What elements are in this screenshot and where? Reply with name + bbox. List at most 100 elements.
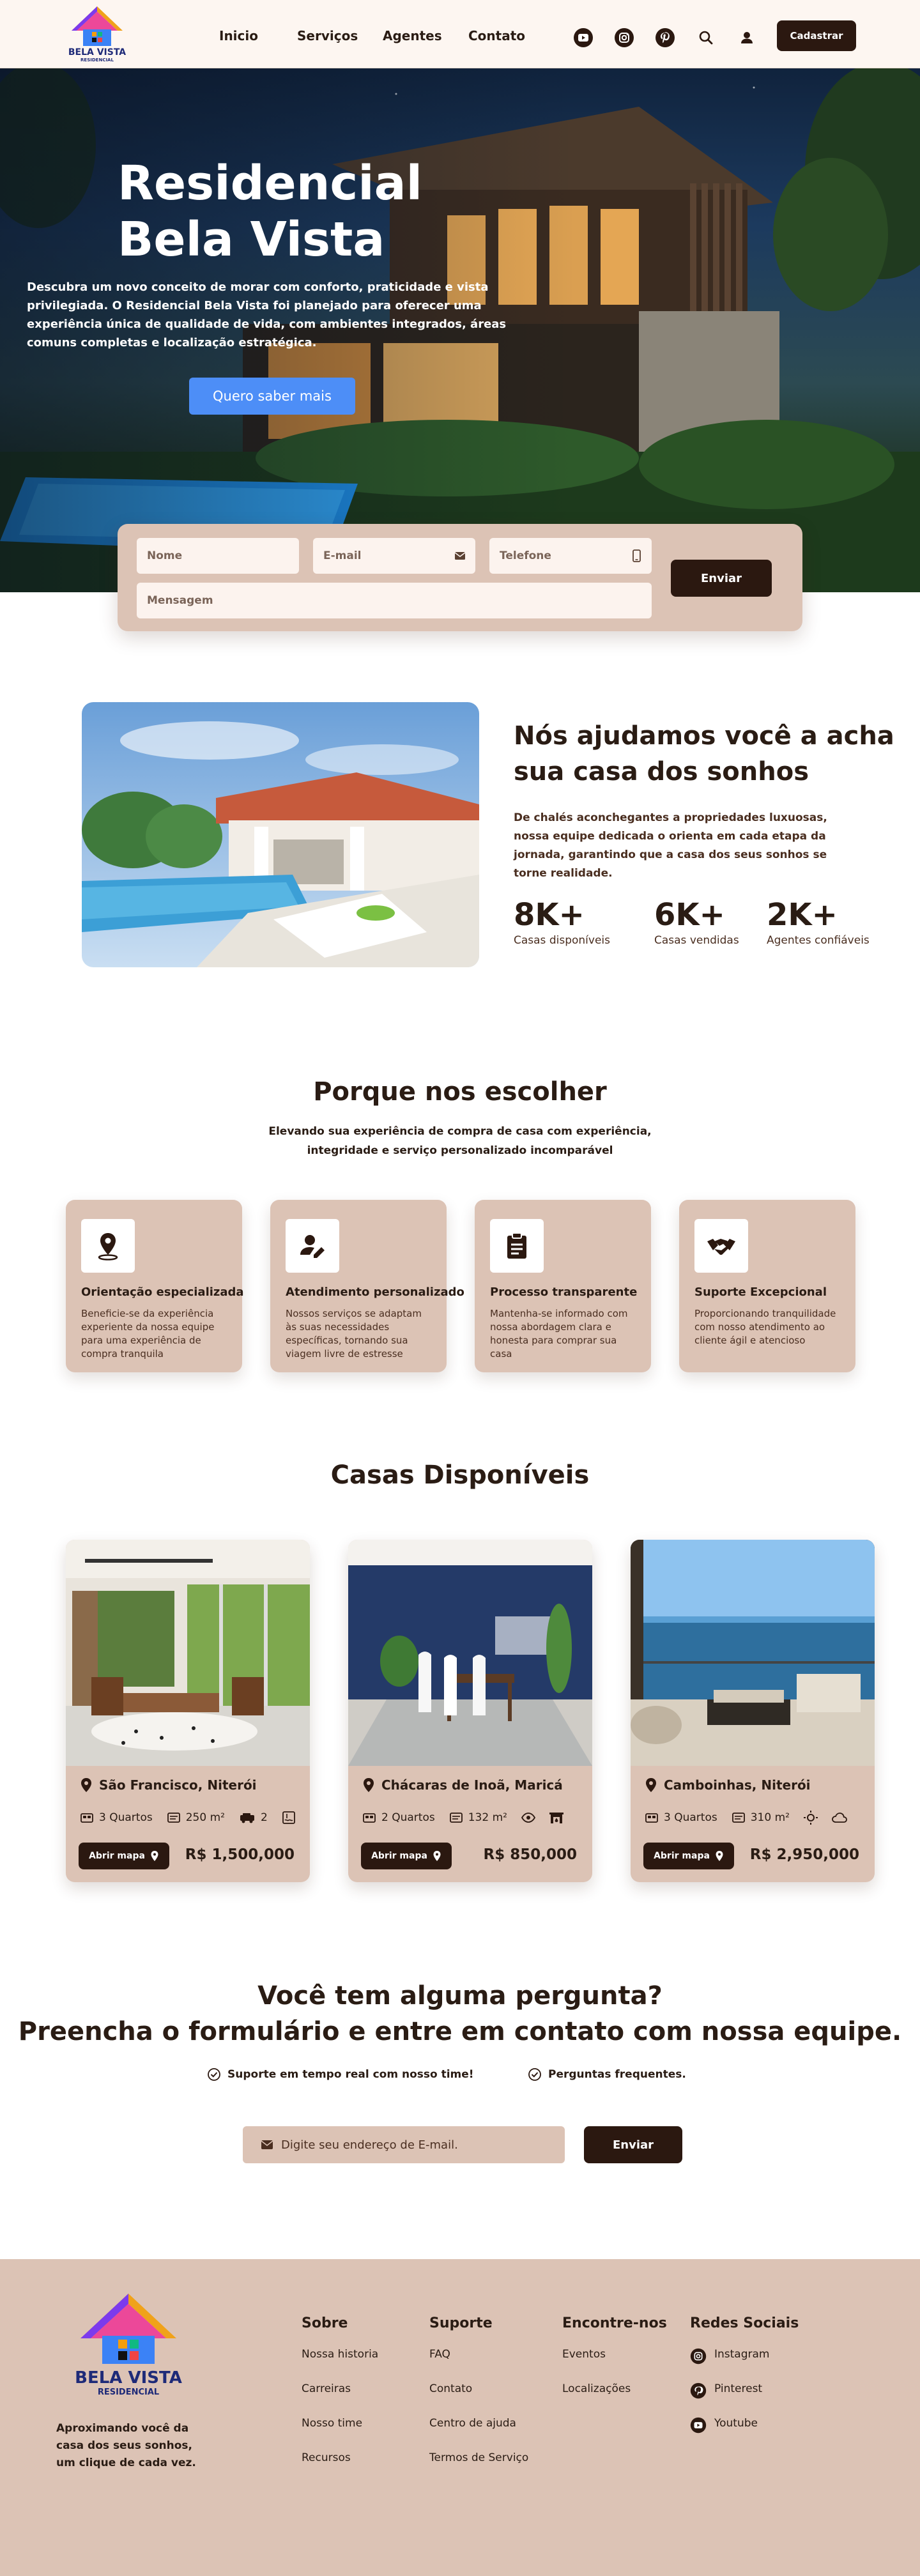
signup-button[interactable]: Cadastrar (777, 20, 856, 51)
hero-section: Residencial Bela Vista Descubra um novo … (0, 68, 920, 592)
open-map-label: Abrir mapa (654, 1851, 710, 1861)
nav-link-contato[interactable]: Contato (468, 28, 525, 43)
footer-social-pinterest[interactable]: Pinterest (690, 2382, 799, 2417)
instagram-icon[interactable] (613, 27, 635, 49)
house-location: São Francisco, Niterói (80, 1777, 257, 1793)
map-pin-icon (151, 1851, 158, 1861)
footer-logo[interactable]: BELA VISTA RESIDENCIAL (72, 2290, 185, 2398)
sun-icon (803, 1811, 818, 1825)
house-location: Chácaras de Inoã, Maricá (362, 1777, 563, 1793)
hero-title: Residencial Bela Vista (118, 156, 422, 267)
youtube-icon[interactable] (572, 27, 594, 49)
pinterest-icon[interactable] (654, 27, 676, 49)
feature-title: Orientação especializada (81, 1285, 244, 1299)
logo-wordmark: BELA VISTA (68, 47, 126, 57)
area-icon (167, 1813, 180, 1823)
footer-link[interactable]: Contato (429, 2382, 528, 2417)
footer-link[interactable]: Recursos (302, 2451, 378, 2486)
footer-column-social: Redes Sociais Instagram Pinterest Youtub… (690, 2315, 799, 2451)
house-price: R$ 850,000 (483, 1846, 577, 1863)
house-location: Camboinhas, Niterói (645, 1777, 811, 1793)
house-area: 250 m² (185, 1811, 225, 1824)
phone-field[interactable]: Telefone (489, 538, 652, 574)
house-location-text: São Francisco, Niterói (99, 1777, 257, 1793)
house-rooms: 3 Quartos (664, 1811, 717, 1824)
footer-link[interactable]: Localizações (562, 2382, 667, 2417)
feature-text: Beneficie-se da experiência experiente d… (81, 1308, 215, 1360)
questions-title-line1: Você tem alguma pergunta? (257, 1981, 663, 2011)
brand-logo[interactable]: BELA VISTA RESIDENCIAL (66, 4, 128, 63)
footer-link[interactable]: Nossa historia (302, 2348, 378, 2382)
house-card[interactable]: Camboinhas, Niterói 3 Quartos 310 m² Abr… (631, 1540, 875, 1882)
feature-title: Suporte Excepcional (694, 1285, 827, 1299)
house-garage: 2 (260, 1811, 268, 1824)
house-photo (631, 1540, 875, 1766)
search-icon[interactable] (695, 27, 717, 49)
footer-link[interactable]: Termos de Serviço (429, 2451, 528, 2486)
open-map-button[interactable]: Abrir mapa (79, 1843, 169, 1869)
about-description: De chalés aconchegantes a propriedades l… (514, 811, 827, 880)
house-area: 310 m² (750, 1811, 790, 1824)
footer-link[interactable]: FAQ (429, 2348, 528, 2382)
footer-social-youtube[interactable]: Youtube (690, 2417, 799, 2451)
email-field-placeholder: E-mail (323, 549, 362, 562)
check-circle-icon (528, 2068, 541, 2081)
house-features: 2 Quartos 132 m² (362, 1811, 572, 1825)
area-icon (449, 1813, 463, 1823)
nav-link-servicos[interactable]: Serviços (297, 28, 358, 43)
house-area: 132 m² (468, 1811, 507, 1824)
map-pin-icon (716, 1851, 723, 1861)
logo-subtext: RESIDENCIAL (80, 57, 114, 63)
feature-card: Orientação especializada Beneficie-se da… (66, 1200, 244, 1372)
bed-icon (80, 1813, 93, 1823)
pool-icon (282, 1811, 295, 1824)
bed-icon (363, 1813, 376, 1823)
newsletter-submit-button[interactable]: Enviar (584, 2126, 682, 2163)
faq-check: Perguntas frequentes. (528, 2067, 686, 2082)
name-field[interactable]: Nome (137, 538, 299, 574)
house-features: 3 Quartos 310 m² (645, 1811, 856, 1825)
user-icon[interactable] (736, 27, 758, 49)
footer-column-title: Encontre-nos (562, 2315, 667, 2331)
footer-link[interactable]: Nosso time (302, 2417, 378, 2451)
pinterest-icon (690, 2382, 707, 2399)
learn-more-button[interactable]: Quero saber mais (189, 378, 355, 415)
house-rooms: 3 Quartos (99, 1811, 153, 1824)
footer-link[interactable]: Eventos (562, 2348, 667, 2382)
hero-description: Descubra um novo conceito de morar com c… (27, 280, 507, 349)
house-card[interactable]: São Francisco, Niterói 3 Quartos 250 m² … (66, 1540, 310, 1882)
house-card[interactable]: Chácaras de Inoã, Maricá 2 Quartos 132 m… (348, 1540, 592, 1882)
why-subtitle: Elevando sua experiência de compra de ca… (268, 1125, 652, 1157)
map-pin-icon (433, 1851, 441, 1861)
location-pin-icon (646, 1778, 656, 1792)
feature-text: Nossos serviços se adaptam às suas neces… (286, 1308, 422, 1360)
house-photo (348, 1540, 592, 1766)
phone-icon (632, 549, 641, 562)
open-map-button[interactable]: Abrir mapa (643, 1843, 734, 1869)
open-map-label: Abrir mapa (89, 1851, 145, 1861)
contact-submit-button[interactable]: Enviar (671, 560, 772, 597)
footer-column-title: Suporte (429, 2315, 493, 2331)
footer-column-find-us: Encontre-nos Eventos Localizações (562, 2315, 667, 2417)
footer-tagline: Aproximando você da casa dos seus sonhos… (56, 2422, 196, 2469)
footer-social-instagram[interactable]: Instagram (690, 2348, 799, 2382)
email-field[interactable]: E-mail (313, 538, 475, 574)
footer-link[interactable]: Centro de ajuda (429, 2417, 528, 2451)
area-icon (732, 1813, 745, 1823)
contact-form: Nome E-mail Telefone Mensagem Enviar (118, 524, 802, 631)
message-field[interactable]: Mensagem (137, 583, 652, 618)
stat-label: Casas vendidas (654, 934, 739, 947)
open-map-button[interactable]: Abrir mapa (361, 1843, 452, 1869)
nav-link-agentes[interactable]: Agentes (383, 28, 442, 43)
newsletter-placeholder: Digite seu endereço de E-mail. (281, 2138, 458, 2152)
about-pool-image (82, 702, 479, 967)
top-navbar: BELA VISTA RESIDENCIAL Inicio Serviços A… (0, 0, 920, 68)
nav-link-inicio[interactable]: Inicio (219, 28, 258, 43)
mail-icon (454, 552, 466, 560)
fireplace-icon (549, 1813, 564, 1823)
house-price: R$ 2,950,000 (749, 1846, 859, 1863)
feature-title: Processo transparente (490, 1285, 638, 1299)
footer-link[interactable]: Carreiras (302, 2382, 378, 2417)
message-field-placeholder: Mensagem (147, 594, 213, 607)
newsletter-email-input[interactable]: Digite seu endereço de E-mail. (243, 2126, 565, 2163)
